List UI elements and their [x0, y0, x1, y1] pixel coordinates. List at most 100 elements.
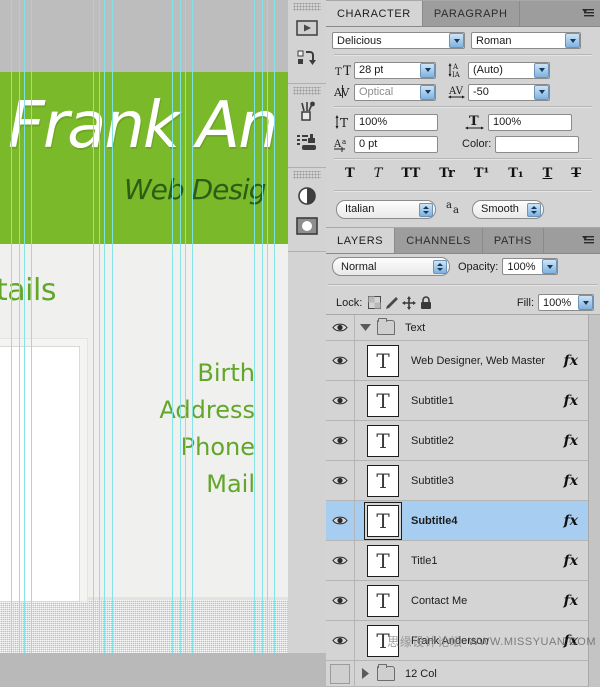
layer-visibility-toggle[interactable]: [326, 661, 355, 686]
all-caps-button[interactable]: TT: [400, 167, 421, 181]
chevron-down-icon[interactable]: [534, 84, 549, 100]
guide-line[interactable]: [19, 0, 20, 653]
strikethrough-button[interactable]: T: [570, 167, 582, 181]
eye-icon[interactable]: [330, 318, 350, 338]
layer-row[interactable]: T Web Designer, Web Master fx: [326, 341, 600, 381]
masks-icon[interactable]: [293, 213, 321, 239]
panel-menu-icon[interactable]: [582, 6, 598, 20]
brushes-icon[interactable]: [293, 99, 321, 125]
panel-menu-icon[interactable]: [582, 233, 598, 247]
guide-line[interactable]: [112, 0, 113, 653]
eye-icon[interactable]: [330, 631, 350, 651]
chevron-down-icon[interactable]: [420, 62, 435, 78]
layer-group-row[interactable]: Text: [326, 315, 600, 341]
vertical-scale-field[interactable]: 100%: [354, 113, 438, 131]
layer-thumbnail[interactable]: T: [367, 544, 399, 577]
eye-icon[interactable]: [330, 551, 350, 571]
stepper-arrows-icon[interactable]: [419, 202, 433, 217]
eye-icon[interactable]: [330, 511, 350, 531]
eye-icon[interactable]: [330, 391, 350, 411]
actions-icon[interactable]: [293, 45, 321, 71]
layer-visibility-toggle[interactable]: [326, 461, 355, 500]
subscript-button[interactable]: T₁: [507, 167, 524, 181]
layer-visibility-toggle[interactable]: [326, 541, 355, 580]
tracking-combo[interactable]: -50: [468, 83, 550, 101]
layer-row[interactable]: T Title1 fx: [326, 541, 600, 581]
layer-visibility-toggle[interactable]: [326, 381, 355, 420]
layer-thumbnail[interactable]: T: [367, 384, 399, 417]
font-family-combo[interactable]: Delicious: [332, 32, 465, 49]
layer-thumbnail[interactable]: T: [367, 424, 399, 457]
faux-bold-button[interactable]: T: [344, 167, 356, 181]
guide-line[interactable]: [262, 0, 263, 653]
layer-thumbnail[interactable]: T: [367, 504, 399, 537]
guide-line[interactable]: [31, 0, 32, 653]
layer-row[interactable]: T Subtitle1 fx: [326, 381, 600, 421]
guide-line[interactable]: [93, 0, 94, 653]
horizontal-scale-field[interactable]: 100%: [488, 113, 572, 131]
layer-thumbnail[interactable]: T: [367, 344, 399, 377]
faux-italic-button[interactable]: T: [373, 167, 384, 181]
layer-name[interactable]: Subtitle1: [411, 395, 564, 407]
guide-line[interactable]: [185, 0, 186, 653]
stepper-arrows-icon[interactable]: [527, 202, 541, 217]
dock-grip[interactable]: [293, 3, 321, 11]
font-style-combo[interactable]: Roman: [471, 32, 581, 49]
lock-position-icon[interactable]: [400, 295, 417, 310]
layer-visibility-toggle[interactable]: [326, 581, 355, 620]
layer-list[interactable]: Text T Web Designer, Web Master fx T Subtitle…: [326, 314, 600, 687]
baseline-shift-field[interactable]: 0 pt: [354, 135, 438, 153]
text-color-swatch[interactable]: [495, 135, 580, 153]
guide-line[interactable]: [104, 0, 105, 653]
chevron-down-icon[interactable]: [449, 33, 464, 48]
antialias-select[interactable]: Smooth: [472, 199, 544, 219]
layer-visibility-toggle[interactable]: [326, 621, 355, 660]
layer-thumbnail[interactable]: T: [367, 464, 399, 497]
opacity-field[interactable]: 100%: [502, 258, 559, 275]
chevron-down-icon[interactable]: [578, 295, 593, 310]
guide-line[interactable]: [172, 0, 173, 653]
layer-name[interactable]: Contact Me: [411, 595, 564, 607]
document-canvas[interactable]: Frank An Web Desig tails Birth Address P…: [0, 0, 288, 653]
tab-character[interactable]: CHARACTER: [326, 1, 423, 26]
layer-name[interactable]: Subtitle4: [411, 515, 564, 527]
layer-visibility-toggle[interactable]: [326, 341, 355, 380]
lock-all-icon[interactable]: [417, 295, 434, 310]
layer-visibility-toggle[interactable]: [326, 421, 355, 460]
eye-off-icon[interactable]: [330, 663, 350, 684]
dock-grip[interactable]: [293, 87, 321, 95]
leading-combo[interactable]: (Auto): [468, 61, 550, 79]
guide-line[interactable]: [267, 0, 268, 653]
clone-source-icon[interactable]: [293, 129, 321, 155]
dock-grip[interactable]: [293, 171, 321, 179]
tab-paths[interactable]: PATHS: [482, 228, 544, 253]
layer-row[interactable]: T Contact Me fx: [326, 581, 600, 621]
layer-row[interactable]: T Subtitle2 fx: [326, 421, 600, 461]
guide-line[interactable]: [192, 0, 193, 653]
lock-transparency-icon[interactable]: [366, 295, 383, 310]
chevron-down-icon[interactable]: [542, 259, 558, 274]
layer-name[interactable]: Web Designer, Web Master: [411, 355, 564, 367]
stepper-arrows-icon[interactable]: [433, 260, 447, 274]
guide-line[interactable]: [24, 0, 25, 653]
eye-icon[interactable]: [330, 351, 350, 371]
layer-name[interactable]: Title1: [411, 555, 564, 567]
superscript-button[interactable]: T¹: [473, 167, 490, 181]
layer-effects-icon[interactable]: fx: [564, 433, 578, 449]
layer-group-row[interactable]: 12 Col: [326, 661, 600, 687]
layer-visibility-toggle[interactable]: [326, 501, 355, 540]
guide-line[interactable]: [274, 0, 275, 653]
chevron-down-icon[interactable]: [355, 323, 375, 332]
adjustments-icon[interactable]: [293, 183, 321, 209]
guide-line[interactable]: [254, 0, 255, 653]
guide-line[interactable]: [11, 0, 12, 653]
eye-icon[interactable]: [330, 431, 350, 451]
layer-effects-icon[interactable]: fx: [564, 353, 578, 369]
chevron-down-icon[interactable]: [420, 84, 435, 100]
guide-line[interactable]: [99, 0, 100, 653]
eye-icon[interactable]: [330, 591, 350, 611]
lock-image-icon[interactable]: [383, 295, 400, 310]
chevron-right-icon[interactable]: [355, 668, 375, 679]
layer-effects-icon[interactable]: fx: [564, 473, 578, 489]
guide-line[interactable]: [180, 0, 181, 653]
